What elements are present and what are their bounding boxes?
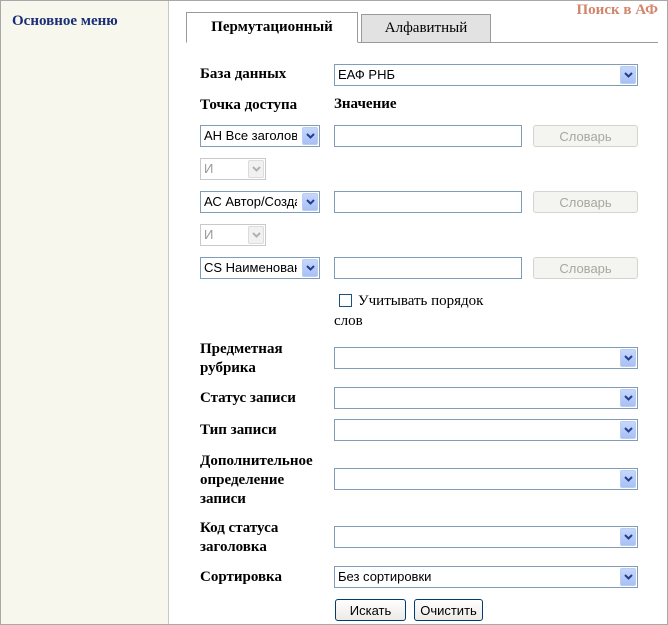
value-input-2[interactable] [334, 191, 522, 213]
operator-select-2[interactable]: И [200, 224, 266, 246]
operator-select-1[interactable]: И [200, 158, 266, 180]
chevron-down-icon [620, 66, 636, 84]
clear-button[interactable]: Очистить [414, 599, 483, 621]
main-menu-link[interactable]: Основное меню [12, 13, 118, 30]
extra-definition-label-line1: Дополнительное [200, 453, 313, 469]
tab-alphabetic[interactable]: Алфавитный [361, 14, 491, 43]
chevron-down-icon [620, 421, 636, 439]
chevron-down-icon [302, 127, 318, 145]
value-input-3[interactable] [334, 257, 522, 279]
subject-heading-select[interactable] [334, 347, 638, 369]
chevron-down-icon [302, 259, 318, 277]
database-label: База данных [200, 66, 287, 82]
dictionary-button-2[interactable]: Словарь [533, 191, 638, 213]
heading-status-label-line1: Код статуса [200, 520, 279, 536]
chevron-down-icon [620, 568, 636, 586]
dictionary-button-3[interactable]: Словарь [533, 257, 638, 279]
chevron-down-icon [620, 349, 636, 367]
database-select[interactable]: ЕАФ РНБ [334, 64, 638, 86]
sorting-select[interactable]: Без сортировки [334, 566, 638, 588]
record-status-label: Статус записи [200, 390, 296, 406]
chevron-down-icon [248, 160, 264, 178]
tab-permutation[interactable]: Пермутационный [186, 12, 358, 43]
access-point-select-1[interactable]: АН Все заголов [200, 125, 320, 147]
extra-definition-label-line3: записи [200, 491, 246, 507]
access-point-select-3[interactable]: CS Наименован [200, 257, 320, 279]
word-order-label-line2: слов [334, 313, 363, 329]
search-button[interactable]: Искать [335, 599, 406, 621]
chevron-down-icon [620, 470, 636, 488]
subject-heading-label-line1: Предметная [200, 341, 283, 357]
sorting-label: Сортировка [200, 569, 282, 585]
record-type-select[interactable] [334, 419, 638, 441]
chevron-down-icon [302, 193, 318, 211]
chevron-down-icon [248, 226, 264, 244]
record-status-select[interactable] [334, 387, 638, 409]
chevron-down-icon [620, 528, 636, 546]
word-order-checkbox[interactable] [339, 294, 352, 307]
subject-heading-label-line2: рубрика [200, 360, 256, 376]
extra-definition-select[interactable] [334, 468, 638, 490]
chevron-down-icon [620, 389, 636, 407]
value-input-1[interactable] [334, 125, 522, 147]
dictionary-button-1[interactable]: Словарь [533, 125, 638, 147]
record-type-label: Тип записи [200, 422, 277, 438]
access-point-header: Точка доступа [200, 97, 298, 113]
value-header: Значение [334, 96, 397, 112]
word-order-label-line1: Учитывать порядок [358, 293, 484, 309]
access-point-select-2[interactable]: АС Автор/Созда [200, 191, 320, 213]
page-title: Поиск в АФ [576, 2, 658, 18]
sidebar: Основное меню [1, 1, 169, 624]
heading-status-select[interactable] [334, 526, 638, 548]
extra-definition-label-line2: определение [200, 472, 285, 488]
heading-status-label-line2: заголовка [200, 539, 267, 555]
